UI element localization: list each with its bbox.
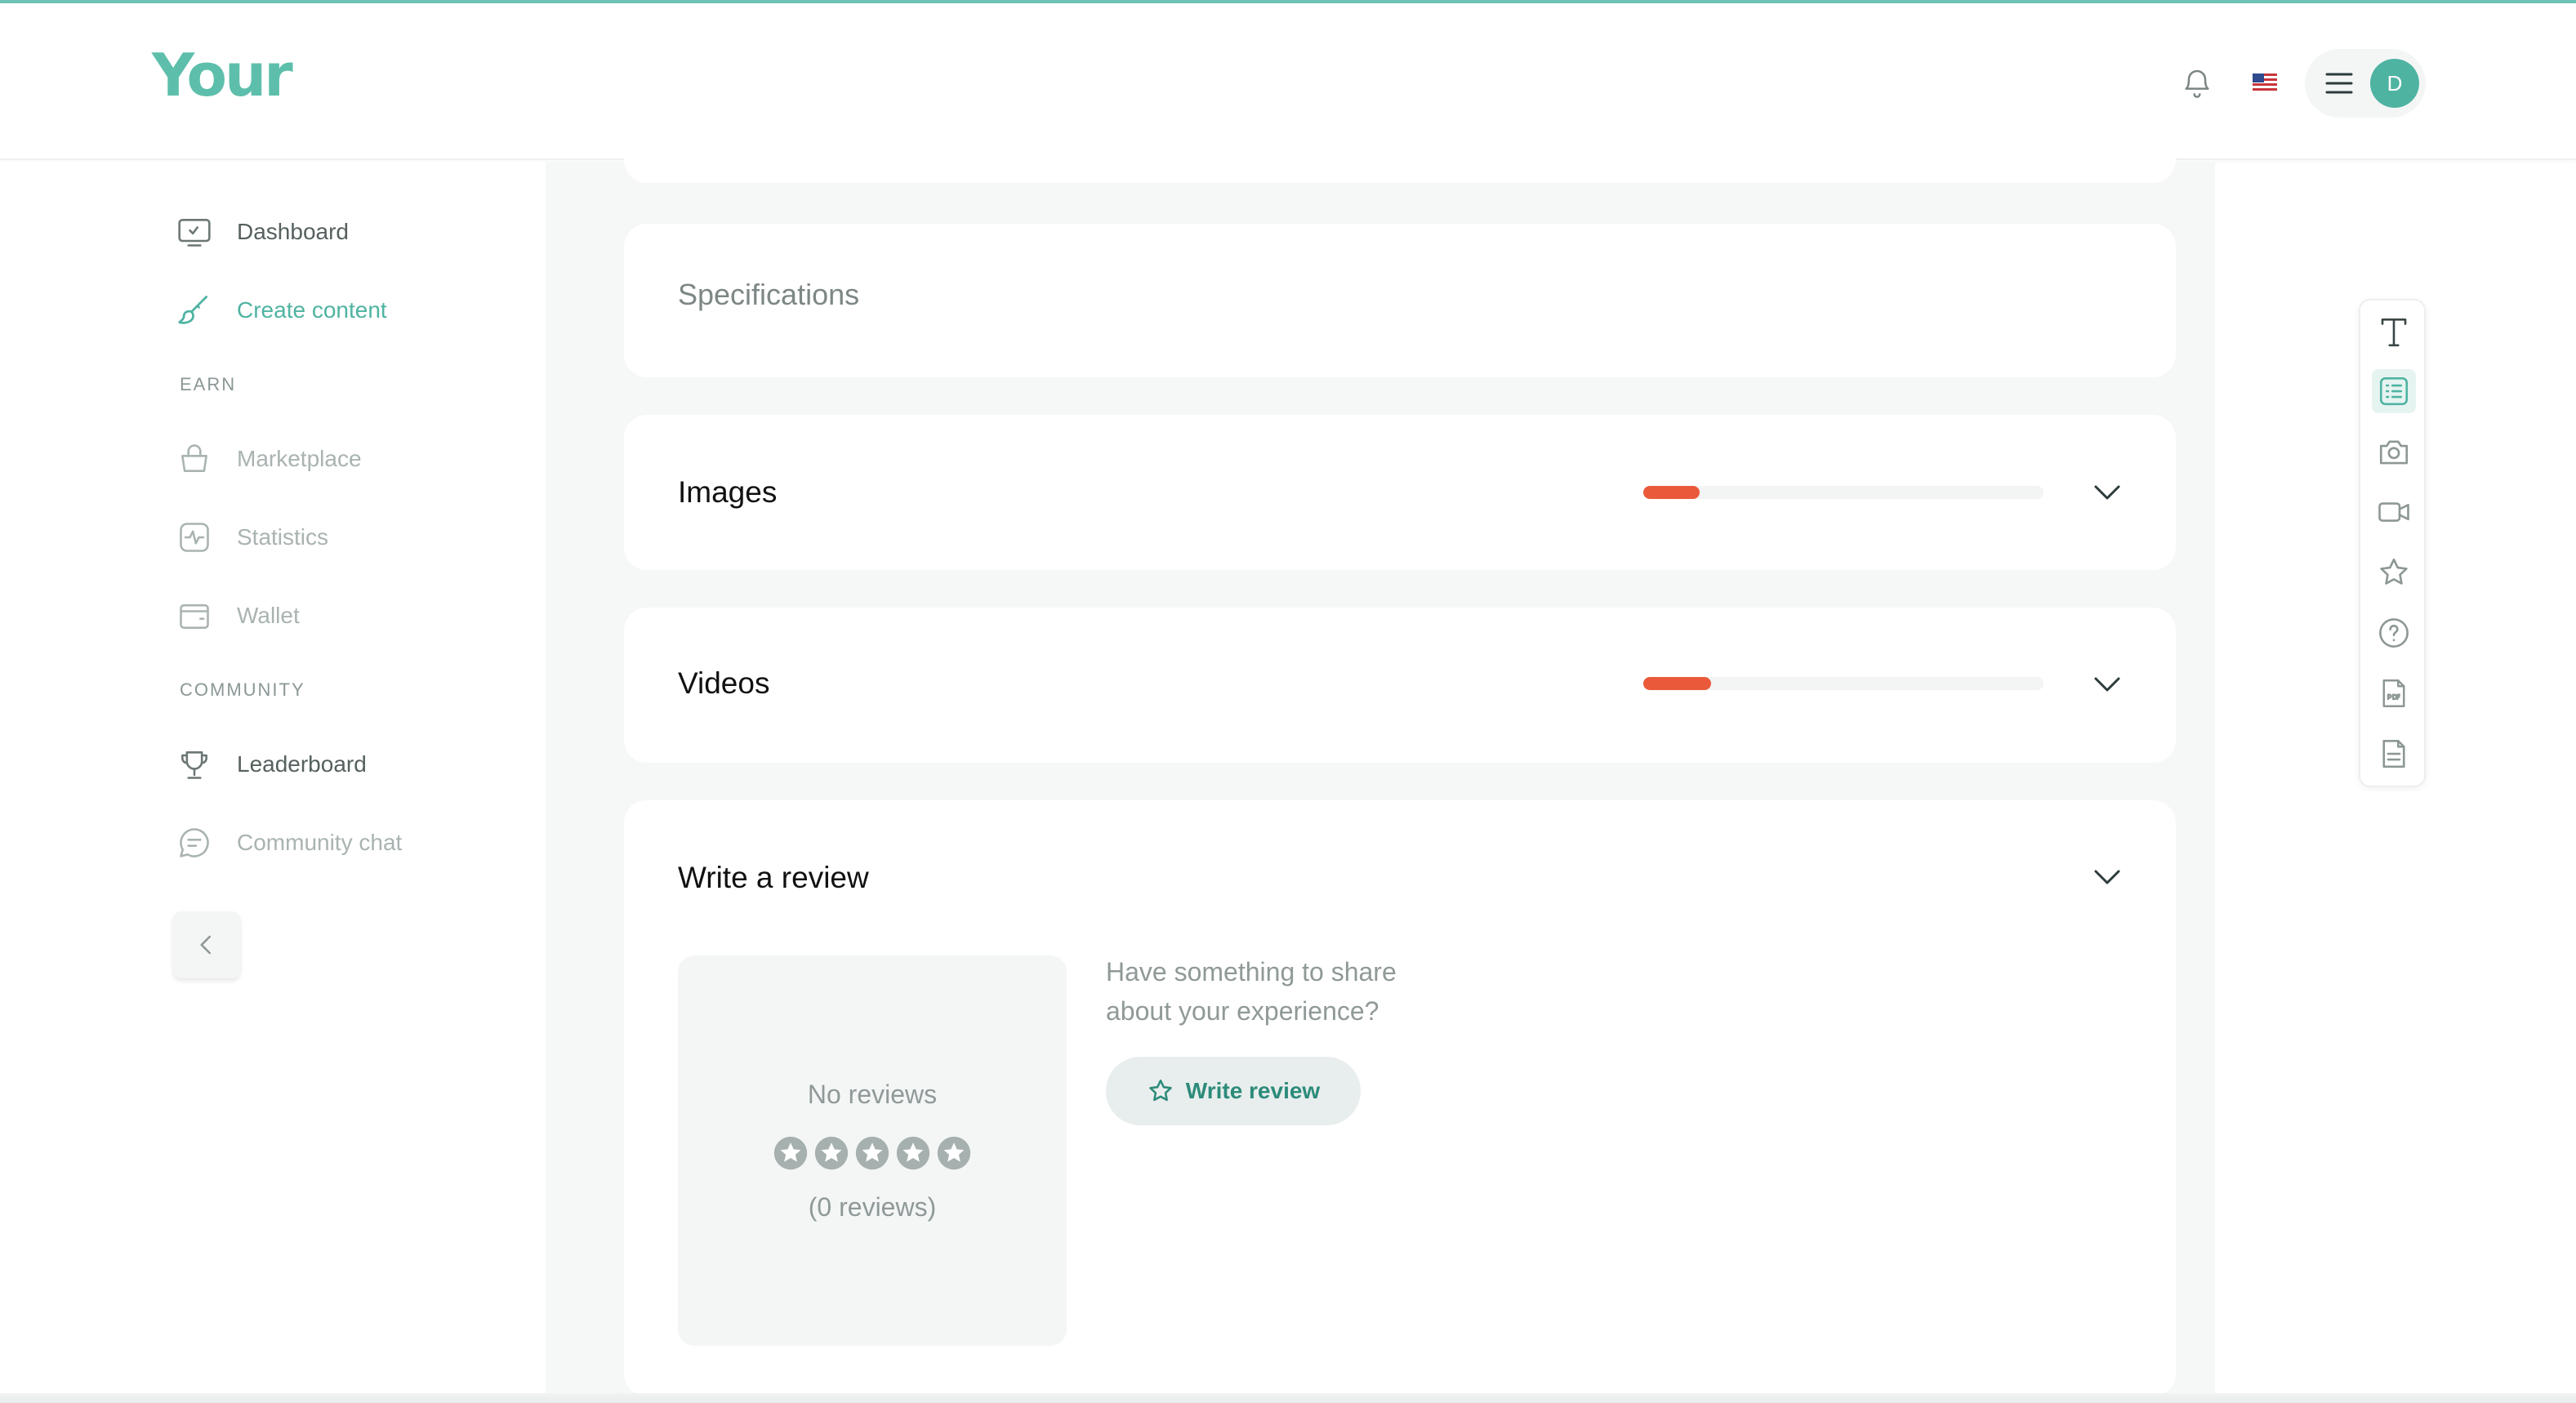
- faq-tool[interactable]: [2377, 616, 2411, 650]
- list-icon: [2379, 376, 2409, 406]
- write-review-title: Write a review: [678, 861, 869, 894]
- sidebar-item-label: Community chat: [237, 830, 403, 855]
- review-prompt-line-1: Have something to share: [1106, 957, 1397, 987]
- star-icon: [896, 1136, 930, 1170]
- star-icon: [937, 1136, 971, 1170]
- write-review-button[interactable]: Write review: [1106, 1057, 1361, 1125]
- collapse-sidebar-button[interactable]: [173, 911, 240, 978]
- star-icon: [814, 1136, 849, 1170]
- videos-title: Videos: [678, 666, 770, 700]
- sidebar-item-label: Wallet: [237, 603, 300, 628]
- review-count: (0 reviews): [808, 1192, 937, 1222]
- pdf-icon: [2382, 679, 2405, 707]
- camera-tool[interactable]: [2377, 434, 2411, 469]
- sidebar-item-label: Marketplace: [237, 446, 362, 471]
- images-progress-bar: [1643, 486, 2043, 499]
- document-tool[interactable]: [2377, 737, 2411, 771]
- chevron-down-icon[interactable]: [2091, 481, 2124, 504]
- videos-card[interactable]: Videos: [624, 608, 2176, 763]
- images-card[interactable]: Images: [624, 415, 2176, 570]
- help-icon: [2379, 618, 2409, 648]
- sidebar-item-create-content[interactable]: Create content: [176, 291, 387, 330]
- star-outline-icon: [1149, 1079, 1172, 1102]
- star-icon: [2380, 558, 2408, 585]
- sidebar-item-label: Statistics: [237, 524, 329, 550]
- us-flag-icon[interactable]: [2253, 73, 2277, 91]
- content-block-toolbar: [2359, 299, 2426, 787]
- sidebar-item-label: Dashboard: [237, 219, 349, 244]
- text-tool[interactable]: [2377, 315, 2411, 350]
- avatar[interactable]: D: [2370, 59, 2419, 108]
- chevron-down-icon[interactable]: [2091, 673, 2124, 696]
- wallet-icon: [180, 604, 209, 629]
- sidebar-item-label: Leaderboard: [237, 751, 367, 777]
- document-icon: [2382, 739, 2405, 768]
- chevron-left-icon: [200, 935, 211, 955]
- specifications-card[interactable]: Specifications: [624, 224, 2176, 377]
- bottom-edge: [0, 1393, 2576, 1403]
- sidebar-item-leaderboard[interactable]: Leaderboard: [176, 745, 367, 784]
- sidebar-item-community-chat[interactable]: Community chat: [176, 823, 402, 862]
- sidebar-item-dashboard[interactable]: Dashboard: [176, 212, 349, 252]
- rating-tool[interactable]: [2377, 555, 2411, 590]
- section-label-community: COMMUNITY: [180, 679, 305, 700]
- trophy-icon: [181, 751, 207, 779]
- chevron-down-icon[interactable]: [2091, 866, 2124, 889]
- brush-icon: [178, 296, 208, 324]
- pdf-tool[interactable]: [2377, 676, 2411, 710]
- list-tool[interactable]: [2372, 369, 2416, 413]
- sidebar-item-statistics[interactable]: Statistics: [176, 518, 328, 557]
- sidebar-item-wallet[interactable]: Wallet: [176, 596, 300, 635]
- star-icon: [773, 1136, 808, 1170]
- text-icon: [2381, 318, 2407, 347]
- write-review-card: Write a review No reviews (0 reviews) Ha…: [624, 800, 2176, 1396]
- review-summary: No reviews (0 reviews): [678, 955, 1067, 1346]
- images-progress-fill: [1643, 486, 1700, 499]
- dashboard-icon: [178, 219, 211, 247]
- no-reviews-text: No reviews: [807, 1080, 938, 1109]
- logo[interactable]: Your: [152, 41, 293, 109]
- video-tool[interactable]: [2377, 495, 2411, 529]
- videos-progress-bar: [1643, 677, 2043, 690]
- specifications-title: Specifications: [678, 278, 860, 311]
- videos-progress-fill: [1643, 677, 1712, 690]
- camera-icon: [2379, 440, 2409, 465]
- video-icon: [2378, 502, 2409, 522]
- activity-icon: [180, 523, 209, 552]
- star-rating: [773, 1135, 972, 1171]
- card-previous: [624, 139, 2176, 183]
- header: Your D: [0, 3, 2576, 160]
- menu-icon[interactable]: [2324, 72, 2354, 95]
- user-menu[interactable]: D: [2305, 49, 2426, 118]
- basket-icon: [181, 444, 207, 472]
- star-icon: [855, 1136, 889, 1170]
- bell-icon[interactable]: [2181, 67, 2213, 100]
- chat-icon: [180, 828, 209, 857]
- sidebar: Dashboard Create content EARN Marketplac…: [0, 162, 546, 1403]
- sidebar-item-marketplace[interactable]: Marketplace: [176, 439, 362, 479]
- section-label-earn: EARN: [180, 374, 237, 394]
- write-review-button-label: Write review: [1185, 1078, 1321, 1103]
- sidebar-item-label: Create content: [237, 297, 387, 323]
- review-prompt-line-2: about your experience?: [1106, 996, 1379, 1026]
- images-title: Images: [678, 475, 778, 509]
